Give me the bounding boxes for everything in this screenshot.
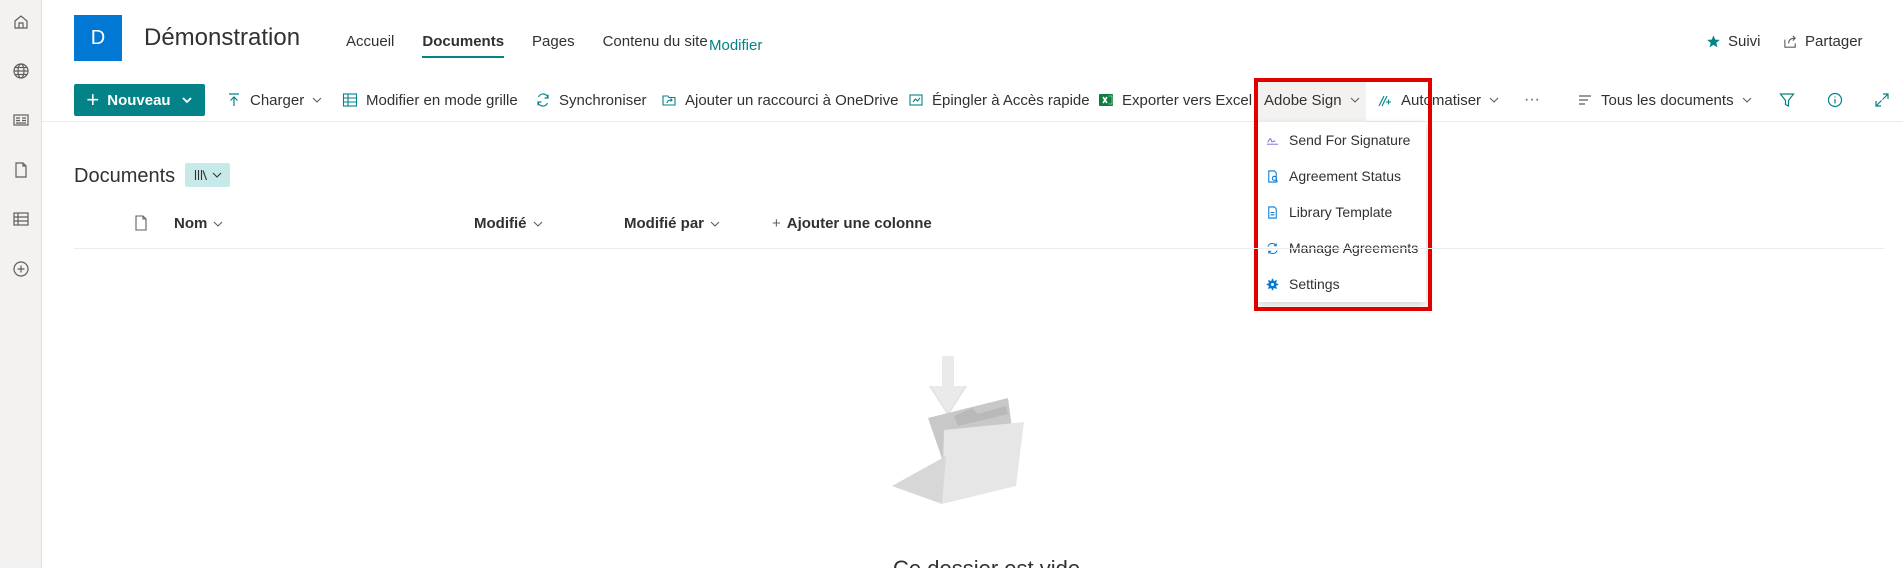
home-icon[interactable] — [7, 8, 35, 36]
new-button[interactable]: + Nouveau — [74, 84, 205, 116]
shortcut-icon — [662, 95, 676, 106]
nav-item-site-contents[interactable]: Contenu du site — [603, 33, 708, 58]
filter-icon — [1779, 93, 1795, 107]
app-window: D Démonstration Accueil Documents Pages … — [0, 0, 1903, 568]
share-label: Partager — [1805, 33, 1863, 50]
command-bar: + Nouveau Charger Modifier en mode grill… — [42, 78, 1903, 122]
empty-folder-illustration — [892, 356, 1024, 504]
upload-icon — [229, 93, 239, 106]
grid-edit-label: Modifier en mode grille — [366, 91, 518, 109]
document-icon[interactable] — [7, 156, 35, 184]
plus-icon: + — [772, 215, 781, 232]
column-modified[interactable]: Modifié — [474, 215, 543, 232]
filter-button[interactable] — [1779, 78, 1803, 122]
column-header-divider — [74, 248, 1884, 249]
globe-icon[interactable] — [7, 57, 35, 85]
chevron-down-icon — [533, 221, 542, 227]
expand-icon — [1875, 93, 1889, 107]
pin-quick-access-label: Épingler à Accès rapide — [932, 91, 1090, 109]
add-shortcut-button[interactable]: Ajouter un raccourci à OneDrive — [661, 78, 898, 122]
app-rail — [0, 0, 42, 568]
empty-folder-message: Ce dossier est vide — [893, 556, 1080, 568]
view-selector-label: Tous les documents — [1601, 91, 1734, 109]
pin-icon — [909, 94, 923, 106]
sync-icon — [537, 93, 549, 107]
add-circle-icon[interactable] — [7, 255, 35, 283]
info-icon — [1827, 92, 1843, 108]
export-excel-label: Exporter vers Excel — [1122, 91, 1253, 109]
view-selector[interactable]: Tous les documents — [1577, 78, 1752, 122]
grid-edit-button[interactable]: Modifier en mode grille — [342, 78, 518, 122]
site-title[interactable]: Démonstration — [144, 24, 300, 52]
library-title: Documents — [74, 165, 176, 187]
info-button[interactable] — [1827, 78, 1851, 122]
star-icon — [1707, 35, 1720, 48]
site-logo-letter: D — [90, 26, 106, 49]
sync-button[interactable]: Synchroniser — [535, 78, 647, 122]
chevron-down-icon — [213, 221, 223, 227]
column-modified-label: Modifié — [474, 215, 527, 232]
export-excel-button[interactable]: Exporter vers Excel — [1098, 78, 1252, 122]
site-nav: Accueil Documents Pages Contenu du site — [346, 33, 736, 58]
chevron-down-icon — [312, 97, 322, 103]
view-list-icon — [1579, 95, 1591, 105]
file-type-icon — [135, 215, 147, 231]
grid-icon — [342, 93, 358, 107]
site-logo[interactable]: D — [74, 15, 122, 61]
sync-label: Synchroniser — [559, 91, 647, 109]
plus-icon: + — [86, 87, 100, 112]
share-button[interactable]: Partager — [1783, 33, 1863, 50]
excel-icon — [1099, 94, 1113, 106]
library-icon — [194, 170, 207, 181]
nav-item-accueil[interactable]: Accueil — [346, 33, 394, 58]
column-modified-by-label: Modifié par — [624, 215, 705, 232]
share-icon — [1784, 35, 1796, 48]
chevron-down-icon — [710, 221, 720, 227]
upload-label: Charger — [250, 91, 305, 109]
expand-button[interactable] — [1874, 78, 1898, 122]
library-view-switch[interactable] — [185, 163, 230, 187]
list-icon[interactable] — [7, 205, 35, 233]
news-icon[interactable] — [7, 106, 35, 134]
more-button[interactable]: ··· — [1524, 78, 1540, 122]
pin-quick-access-button[interactable]: Épingler à Accès rapide — [908, 78, 1090, 122]
chevron-down-icon — [181, 97, 192, 104]
file-type-column[interactable] — [134, 215, 148, 231]
column-name-label: Nom — [174, 215, 208, 232]
edit-nav-link[interactable]: Modifier — [709, 37, 762, 54]
follow-label: Suivi — [1728, 33, 1761, 50]
follow-button[interactable]: Suivi — [1706, 33, 1761, 50]
column-name[interactable]: Nom — [174, 215, 223, 232]
add-column-label: Ajouter une colonne — [786, 215, 932, 232]
add-shortcut-label: Ajouter un raccourci à OneDrive — [685, 91, 899, 109]
chevron-down-icon — [1742, 97, 1751, 103]
upload-button[interactable]: Charger — [226, 78, 322, 122]
new-label: Nouveau — [107, 91, 171, 109]
highlight-annotation — [1254, 78, 1432, 311]
add-column-button[interactable]: + Ajouter une colonne — [772, 215, 932, 232]
chevron-down-icon — [1489, 97, 1499, 103]
nav-item-pages[interactable]: Pages — [532, 33, 575, 58]
chevron-down-icon — [212, 172, 221, 178]
nav-item-documents[interactable]: Documents — [422, 33, 505, 58]
column-modified-by[interactable]: Modifié par — [624, 215, 720, 232]
